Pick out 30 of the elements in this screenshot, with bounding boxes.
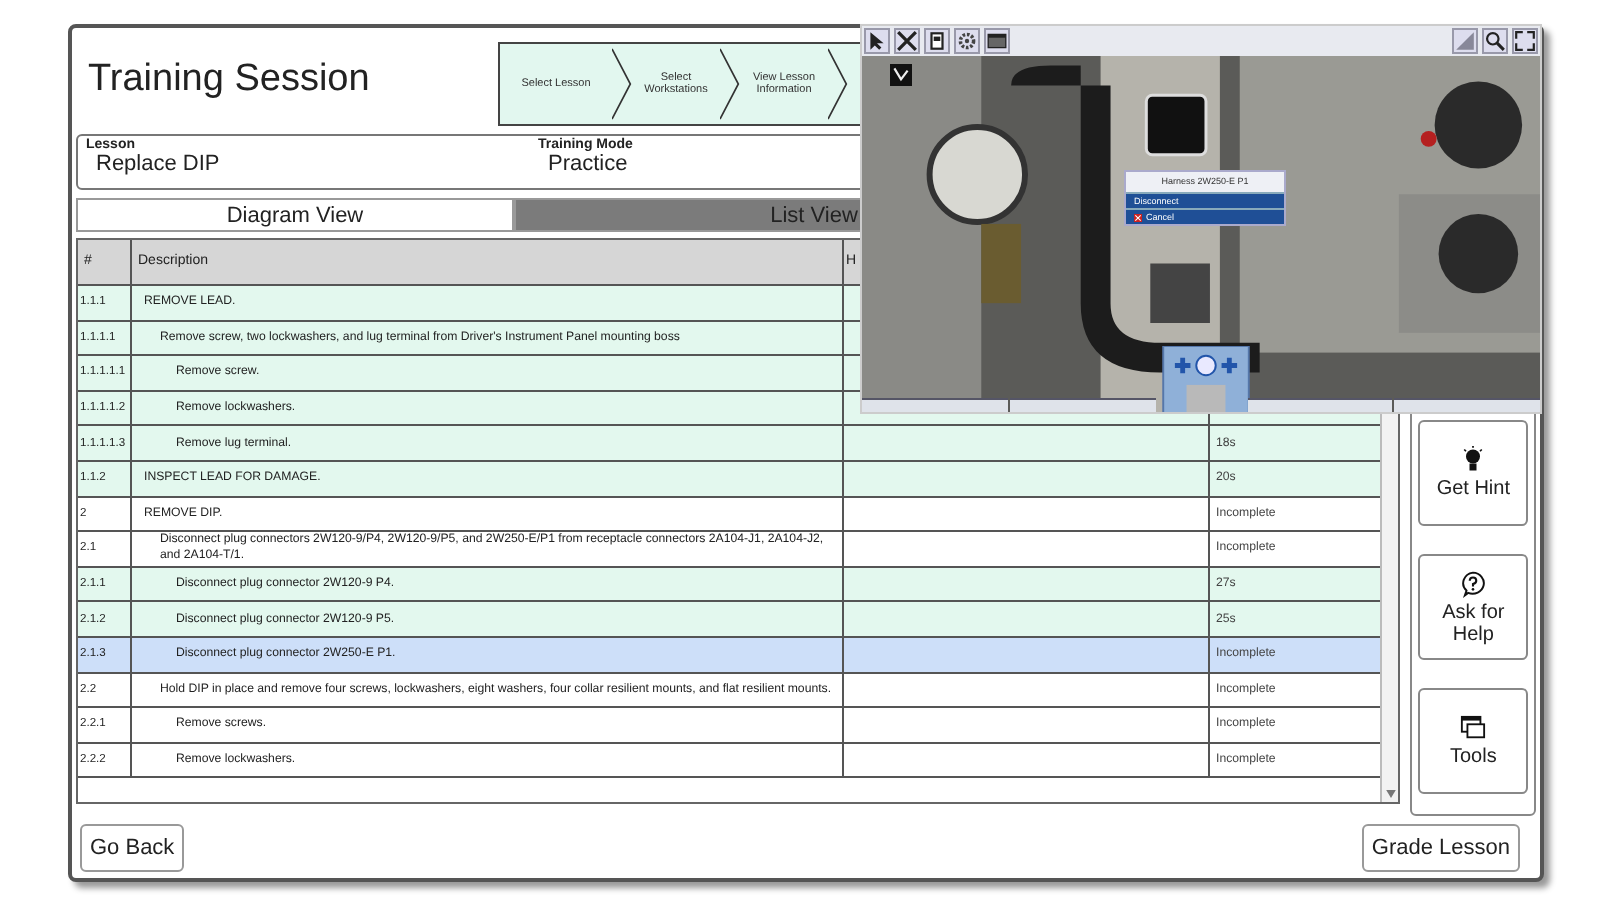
- side-button[interactable]: Get Hint: [1418, 420, 1528, 526]
- lightbulb-icon: [1460, 446, 1487, 474]
- monitor-icon[interactable]: [984, 28, 1010, 54]
- bottom-tab[interactable]: [862, 398, 1008, 412]
- bottom-tab[interactable]: [1247, 398, 1393, 412]
- document-icon[interactable]: [924, 28, 950, 54]
- field-value: Practice: [546, 152, 630, 176]
- help-icon: [1460, 569, 1487, 597]
- cursor-icon[interactable]: [864, 28, 890, 54]
- side-button[interactable]: Tools: [1418, 688, 1528, 794]
- chevron-icon: [828, 44, 848, 124]
- scroll-down-icon[interactable]: [1385, 790, 1396, 798]
- angle-icon[interactable]: [890, 64, 912, 86]
- search-icon[interactable]: [1482, 28, 1508, 54]
- gear-icon[interactable]: [954, 28, 980, 54]
- bottom-tab[interactable]: [1009, 398, 1155, 412]
- chevron-icon: [720, 44, 740, 124]
- view-tab[interactable]: Diagram View: [76, 198, 514, 232]
- close-icon: [1134, 213, 1142, 221]
- navigation-pad-drawing[interactable]: [1162, 346, 1250, 412]
- window-title: Training Session: [86, 58, 372, 102]
- grade-lesson-button[interactable]: Grade Lesson: [1361, 823, 1520, 871]
- go-back-button[interactable]: Go Back: [80, 823, 185, 871]
- window-stack-icon: [1460, 714, 1487, 742]
- side-button[interactable]: Ask for Help: [1418, 554, 1528, 660]
- chevron-icon: [612, 44, 632, 124]
- field-value: Replace DIP: [94, 152, 222, 176]
- bottom-tab[interactable]: [1394, 398, 1540, 412]
- expand-icon[interactable]: [1512, 28, 1538, 54]
- tools-icon[interactable]: [894, 28, 920, 54]
